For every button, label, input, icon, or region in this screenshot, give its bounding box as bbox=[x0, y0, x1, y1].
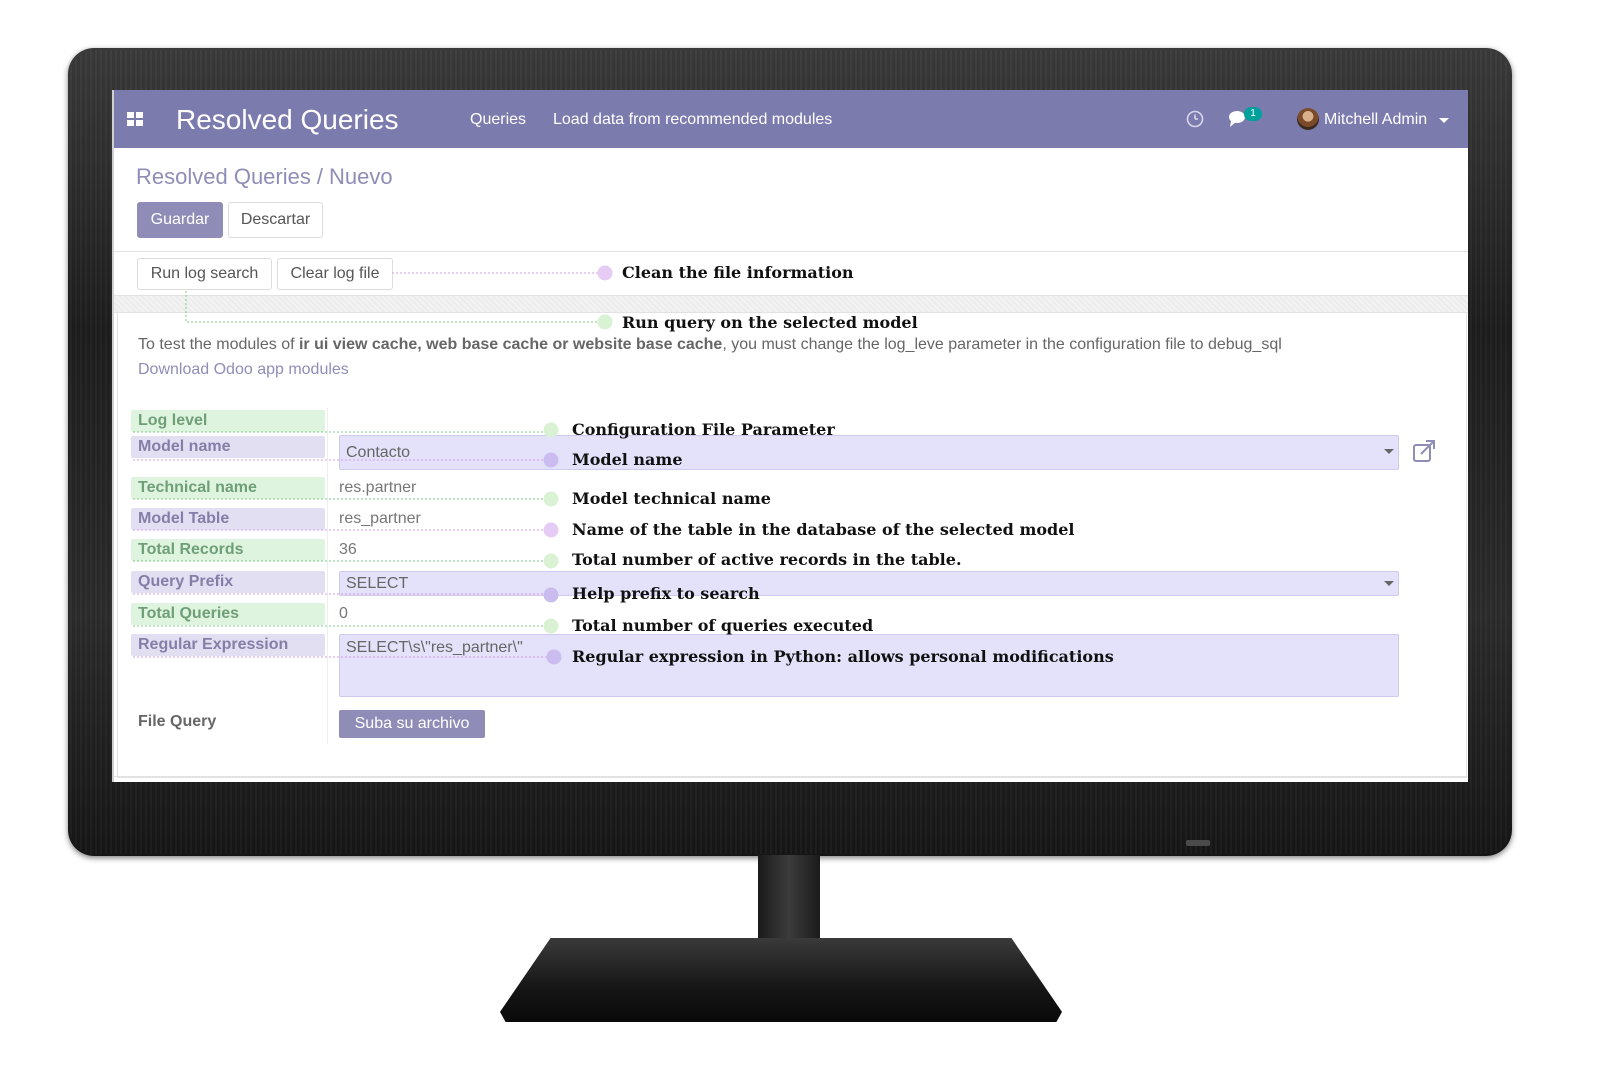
chat-counter-badge: 1 bbox=[1244, 107, 1262, 121]
regular-expression-label: Regular Expression bbox=[131, 634, 325, 656]
monitor-stand-base bbox=[500, 938, 1062, 1022]
technical-name-label: Technical name bbox=[131, 477, 325, 499]
menu-load-data[interactable]: Load data from recommended modules bbox=[553, 111, 832, 129]
model-name-select[interactable]: Contacto bbox=[339, 435, 1399, 470]
annotation-model-table: Name of the table in the database of the… bbox=[572, 520, 1075, 539]
activity-clock-icon[interactable] bbox=[1186, 110, 1204, 128]
total-records-label: Total Records bbox=[131, 539, 325, 561]
user-avatar[interactable] bbox=[1297, 108, 1319, 130]
total-records-value: 36 bbox=[339, 541, 357, 558]
model-table-value: res_partner bbox=[339, 510, 421, 527]
save-button[interactable]: Guardar bbox=[137, 202, 223, 238]
info-message: To test the modules of ir ui view cache,… bbox=[138, 336, 1282, 354]
statusbar-stripe bbox=[114, 295, 1468, 313]
menu-queries[interactable]: Queries bbox=[470, 111, 526, 129]
annotation-total-records: Total number of active records in the ta… bbox=[572, 550, 962, 569]
monitor-stand-neck bbox=[758, 855, 820, 945]
annotation-run-log: Run query on the selected model bbox=[622, 313, 918, 332]
upload-file-button[interactable]: Suba su archivo bbox=[339, 710, 485, 738]
total-queries-label: Total Queries bbox=[131, 603, 325, 625]
query-prefix-value: SELECT bbox=[346, 575, 409, 592]
file-query-label: File Query bbox=[138, 713, 217, 730]
regular-expression-value: SELECT\s\"res_partner\" bbox=[346, 639, 523, 656]
app-title: Resolved Queries bbox=[176, 104, 399, 135]
breadcrumb-parent[interactable]: Resolved Queries bbox=[136, 164, 311, 189]
annotation-regex: Regular expression in Python: allows per… bbox=[572, 647, 1114, 666]
power-indicator bbox=[1186, 840, 1210, 846]
model-table-label: Model Table bbox=[131, 508, 325, 530]
annotation-total-queries: Total number of queries executed bbox=[572, 616, 874, 635]
apps-menu-icon[interactable] bbox=[126, 110, 144, 128]
clear-log-file-button[interactable]: Clear log file bbox=[277, 258, 393, 290]
sheet-bottom-divider bbox=[114, 776, 1468, 777]
annotation-log-level: Configuration File Parameter bbox=[572, 420, 835, 439]
technical-name-value: res.partner bbox=[339, 479, 417, 496]
label-column-separator bbox=[327, 408, 328, 744]
total-queries-value: 0 bbox=[339, 605, 348, 622]
breadcrumb-current: Nuevo bbox=[329, 164, 393, 189]
query-prefix-label: Query Prefix bbox=[131, 571, 325, 593]
top-navbar: Resolved Queries Queries Load data from … bbox=[114, 90, 1468, 148]
info-text-end: , you must change the log_leve parameter… bbox=[722, 336, 1282, 353]
log-level-label: Log level bbox=[131, 410, 325, 432]
discard-button[interactable]: Descartar bbox=[228, 202, 323, 238]
breadcrumb: Resolved Queries / Nuevo bbox=[136, 164, 393, 190]
user-menu-caret-icon[interactable] bbox=[1439, 118, 1449, 123]
model-name-value: Contacto bbox=[346, 444, 411, 461]
info-text-start: To test the modules of bbox=[138, 336, 299, 353]
external-link-icon[interactable] bbox=[1412, 439, 1438, 463]
annotation-model-name: Model name bbox=[572, 450, 683, 469]
annotation-query-prefix: Help prefix to search bbox=[572, 584, 760, 603]
annotation-technical-name: Model technical name bbox=[572, 489, 771, 508]
info-text-bold: ir ui view cache, web base cache or webs… bbox=[298, 336, 723, 353]
model-name-label: Model name bbox=[131, 436, 325, 458]
model-name-dropdown-icon[interactable] bbox=[1384, 449, 1394, 454]
annotation-clear-log: Clean the file information bbox=[622, 263, 854, 282]
user-menu[interactable]: Mitchell Admin bbox=[1324, 111, 1427, 129]
run-log-search-button[interactable]: Run log search bbox=[137, 258, 272, 290]
header-divider bbox=[114, 251, 1468, 252]
breadcrumb-separator: / bbox=[316, 164, 323, 189]
query-prefix-select[interactable]: SELECT bbox=[339, 571, 1399, 596]
query-prefix-dropdown-icon[interactable] bbox=[1384, 581, 1394, 586]
download-modules-link[interactable]: Download Odoo app modules bbox=[138, 361, 349, 379]
